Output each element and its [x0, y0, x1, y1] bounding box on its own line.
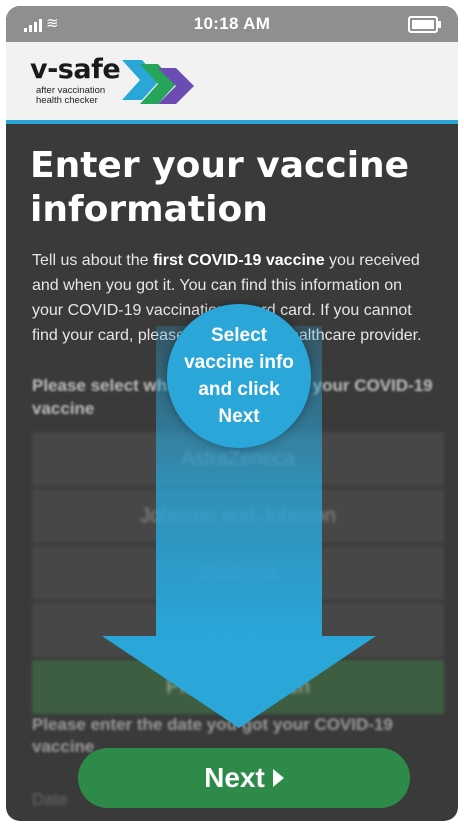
intro-text-bold: first COVID-19 vaccine [152, 252, 325, 269]
main-content: Enter your vaccine information Tell us a… [6, 124, 458, 821]
option-johnson-and-johnson[interactable]: Johnson and Johnson [32, 489, 444, 543]
callout-line: Select [211, 325, 267, 346]
next-button-label: Next [204, 762, 265, 793]
logo-wordmark: v-safe [30, 54, 121, 85]
option-moderna[interactable]: Moderna [32, 546, 444, 600]
callout-line: and click [198, 379, 280, 400]
intro-text-part: Tell us about the [32, 252, 153, 269]
page-title: Enter your vaccine information [30, 145, 410, 230]
battery-icon [408, 16, 441, 33]
status-time: 10:18 AM [193, 14, 271, 33]
logo-arrows-icon [122, 60, 194, 104]
play-arrow-icon [272, 769, 284, 787]
next-button[interactable]: Next [78, 748, 410, 808]
option-novavax[interactable]: Novavax [32, 603, 444, 657]
instruction-callout: Select vaccine info and click Next [167, 304, 311, 448]
app-header: v-safe after vaccination health checker [6, 42, 458, 124]
vsafe-logo: v-safe after vaccination health checker [30, 52, 210, 110]
callout-line: vaccine info [184, 352, 294, 373]
logo-tagline: after vaccination health checker [36, 86, 105, 106]
logo-tagline-line2: health checker [36, 95, 98, 106]
callout-text: Select vaccine info and click Next [174, 322, 304, 430]
callout-line: Next [218, 406, 260, 427]
option-pfizer[interactable]: Pfizer-BioNTech [32, 660, 444, 714]
status-bar: ≋ 10:18 AM [6, 6, 458, 42]
vaccine-options: AstraZeneca Johnson and Johnson Moderna … [32, 432, 444, 717]
phone-frame: ≋ 10:18 AM v-safe after vaccination heal… [6, 6, 458, 821]
